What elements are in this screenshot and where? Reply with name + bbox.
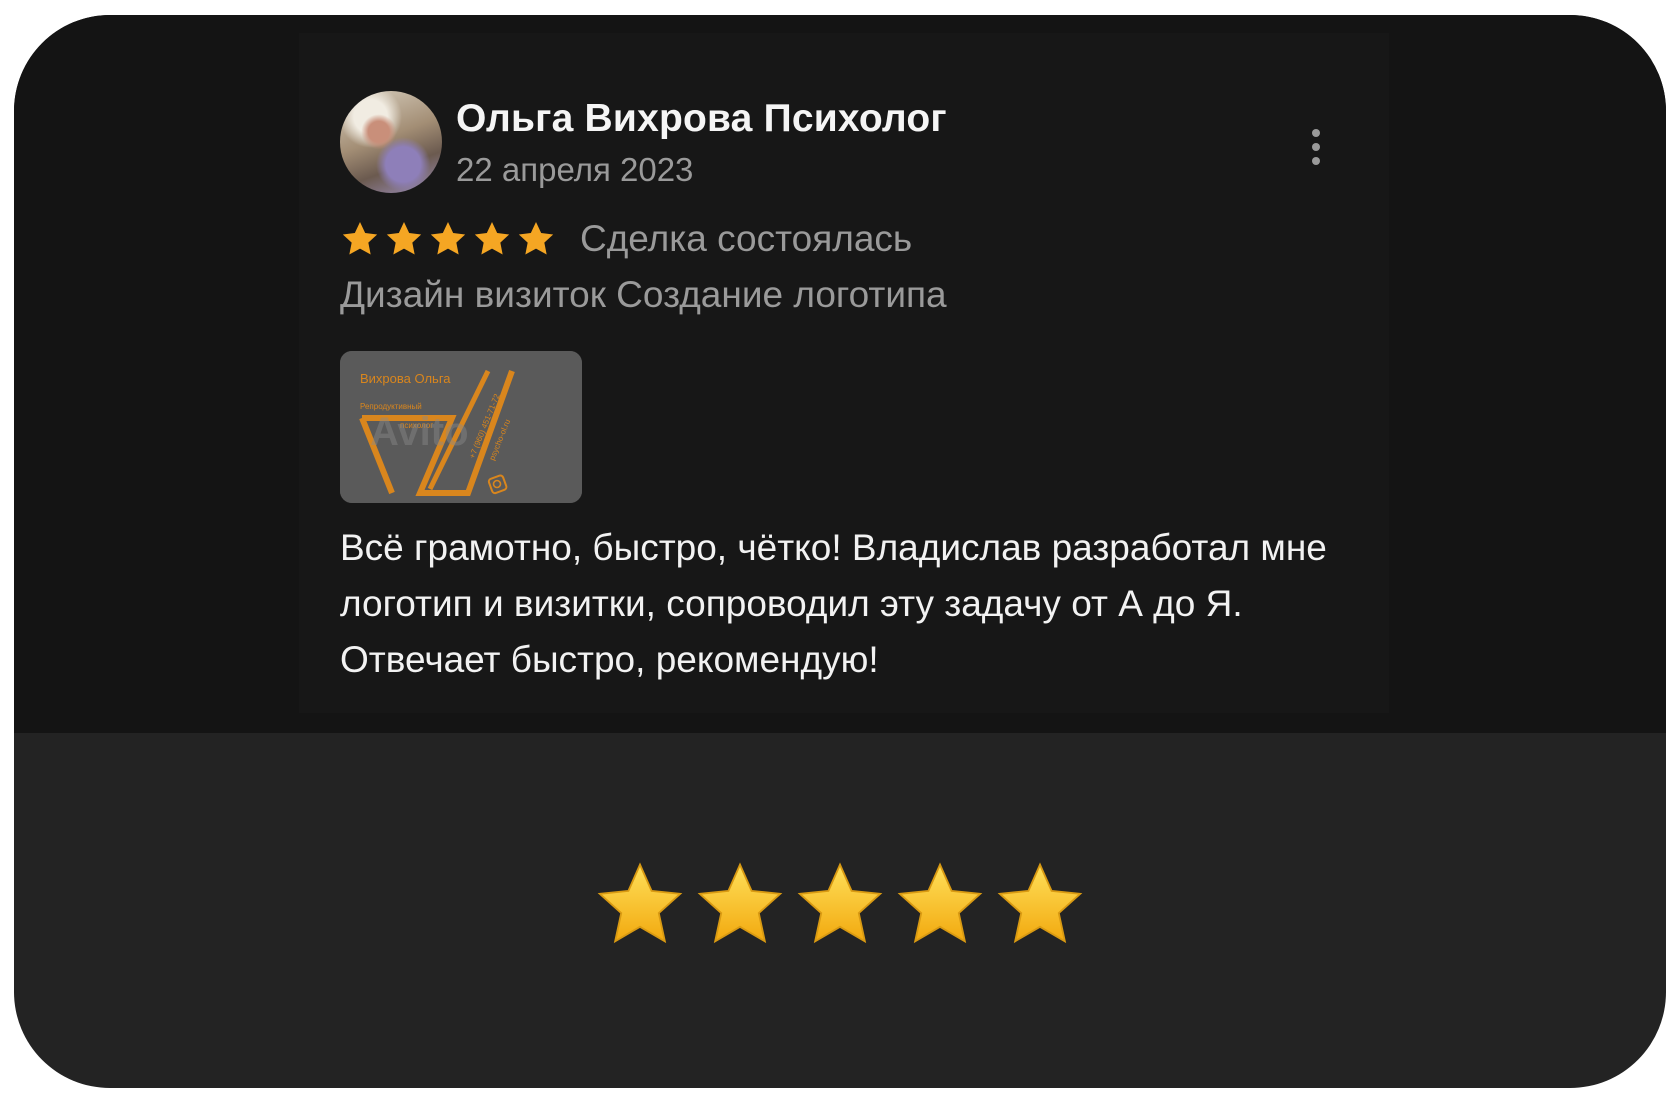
big-star-icon: [597, 862, 683, 944]
service-names: Дизайн визиток Создание логотипа: [340, 274, 947, 315]
review-date: 22 апреля 2023: [456, 151, 694, 188]
review-section: Ольга Вихрова Психолог 22 апреля 2023 Сд…: [14, 15, 1666, 733]
big-star-icon: [797, 862, 883, 944]
rating-stars: [340, 219, 556, 259]
more-dots-icon: [1312, 129, 1320, 137]
big-star-icon: [997, 862, 1083, 944]
review-text: Всё грамотно, быстро, чётко! Владислав р…: [340, 527, 1327, 680]
star-icon: [518, 222, 554, 255]
star-icon: [474, 222, 510, 255]
more-dot: [1312, 143, 1320, 151]
big-star-icon: [897, 862, 983, 944]
star-icon: [386, 222, 422, 255]
avito-watermark: Avito: [370, 410, 469, 454]
review-item: Ольга Вихрова Психолог 22 апреля 2023 Сд…: [299, 33, 1389, 713]
overall-rating-stars: [594, 860, 1086, 952]
author-name[interactable]: Ольга Вихрова Психолог: [456, 97, 947, 141]
card-name: Вихрова Ольга: [360, 371, 451, 386]
more-options-button[interactable]: [1289, 111, 1343, 183]
deal-status: Сделка состоялась: [580, 218, 913, 259]
business-card-image: Вихрова Ольга Репродуктивный психолог Av…: [340, 351, 582, 503]
star-icon: [430, 222, 466, 255]
big-star-icon: [697, 862, 783, 944]
star-icon: [342, 222, 378, 255]
review-photo-thumbnail[interactable]: Вихрова Ольга Репродуктивный психолог Av…: [340, 351, 582, 503]
more-dot: [1312, 157, 1320, 165]
review-card: Ольга Вихрова Психолог 22 апреля 2023 Сд…: [14, 15, 1666, 1088]
author-avatar[interactable]: [340, 91, 442, 193]
